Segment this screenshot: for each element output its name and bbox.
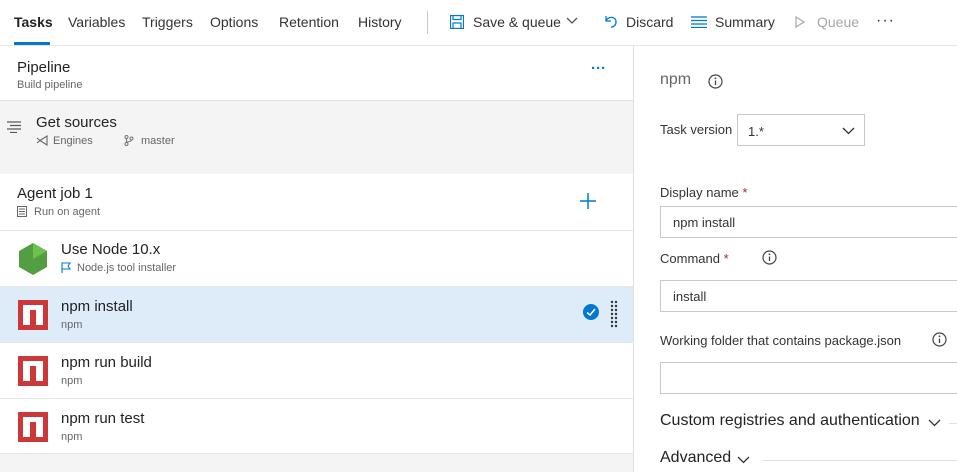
pipeline-title: Pipeline	[17, 59, 71, 76]
agent-job-subtitle: Run on agent	[34, 206, 101, 218]
working-folder-field[interactable]	[660, 362, 957, 394]
task-title: npm run build	[61, 354, 152, 371]
tab-variables[interactable]: Variables	[68, 14, 125, 30]
task-item-npm-run-test[interactable]: npm run test npm	[0, 398, 633, 454]
section-divider	[949, 423, 957, 424]
task-subtitle: npm	[61, 431, 83, 443]
queue-label: Queue	[817, 14, 860, 30]
task-subtitle: Node.js tool installer	[77, 262, 177, 274]
npm-icon	[18, 356, 48, 386]
custom-registries-title: Custom registries and authentication	[660, 412, 920, 429]
tab-triggers[interactable]: Triggers	[142, 14, 193, 30]
discard-button[interactable]: Discard	[602, 0, 674, 46]
info-icon[interactable]	[932, 332, 947, 347]
task-subtitle: npm	[61, 319, 83, 331]
command-select[interactable]: install	[660, 280, 957, 312]
save-queue-label: Save & queue	[473, 14, 561, 30]
discard-label: Discard	[626, 14, 674, 30]
task-version-label: Task version	[660, 122, 733, 137]
task-detail-panel: npm Task version 1.* Display name * npm …	[633, 46, 957, 472]
pipeline-subtitle: Build pipeline	[17, 79, 83, 91]
drag-handle-icon[interactable]	[610, 300, 618, 328]
info-icon[interactable]	[762, 250, 777, 265]
working-folder-label: Working folder that contains package.jso…	[660, 333, 902, 348]
agent-job-card[interactable]: Agent job 1 Run on agent	[0, 174, 633, 230]
tab-tasks[interactable]: Tasks	[14, 14, 53, 30]
nodejs-icon	[19, 243, 47, 275]
list-icon	[691, 16, 707, 28]
task-version-select[interactable]: 1.*	[737, 114, 865, 146]
npm-icon	[18, 300, 48, 330]
add-task-icon[interactable]	[580, 193, 596, 209]
task-subtitle: npm	[61, 375, 83, 387]
queue-button[interactable]: Queue	[795, 0, 861, 46]
tab-history[interactable]: History	[358, 14, 402, 30]
toolbar-divider	[427, 11, 428, 34]
save-icon	[450, 15, 464, 29]
get-sources-title: Get sources	[36, 114, 117, 131]
info-icon[interactable]	[708, 74, 723, 89]
chevron-down-icon	[566, 17, 578, 24]
get-sources-item[interactable]: Get sources Engines master	[0, 102, 633, 162]
tab-options[interactable]: Options	[210, 14, 258, 30]
chevron-down-icon	[737, 456, 750, 464]
branch-name: master	[141, 135, 175, 147]
display-name-field[interactable]: npm install	[660, 206, 957, 238]
undo-icon	[605, 16, 617, 28]
summary-label: Summary	[715, 14, 775, 30]
required-marker: *	[723, 251, 729, 266]
agent-job-title: Agent job 1	[17, 185, 93, 202]
task-item-npm-run-build[interactable]: npm run build npm	[0, 342, 633, 398]
branch-icon	[124, 135, 134, 146]
display-name-label: Display name *	[660, 185, 748, 200]
pipeline-more-button[interactable]: ···	[591, 60, 606, 77]
task-title: npm run test	[61, 410, 145, 427]
npm-icon	[18, 412, 48, 442]
summary-button[interactable]: Summary	[691, 0, 777, 46]
advanced-section[interactable]: Advanced	[634, 445, 957, 472]
sources-icon	[7, 121, 21, 133]
task-version-value: 1.*	[748, 124, 764, 139]
save-queue-button[interactable]: Save & queue	[448, 0, 580, 46]
chevron-down-icon	[842, 127, 855, 135]
toolbar: Tasks Variables Triggers Options Retenti…	[0, 0, 957, 46]
pipeline-card[interactable]: Pipeline Build pipeline ···	[0, 46, 633, 101]
play-icon	[795, 16, 805, 28]
repo-icon	[36, 135, 48, 146]
more-actions-button[interactable]: ···	[876, 12, 895, 30]
required-marker: *	[742, 185, 748, 200]
agent-icon	[17, 206, 27, 217]
pipeline-task-list: Pipeline Build pipeline ··· Get sources …	[0, 46, 633, 472]
detail-heading: npm	[660, 71, 692, 88]
tab-retention[interactable]: Retention	[279, 14, 339, 30]
flag-icon	[61, 262, 71, 273]
command-label: Command *	[660, 251, 729, 266]
task-title: Use Node 10.x	[61, 241, 161, 258]
active-tab-indicator	[14, 42, 50, 45]
repo-name: Engines	[53, 135, 93, 147]
task-item-npm-install[interactable]: npm install npm	[0, 286, 633, 342]
check-circle-icon	[583, 304, 599, 320]
task-item-use-node[interactable]: Use Node 10.x Node.js tool installer	[0, 230, 633, 286]
advanced-title: Advanced	[660, 449, 732, 466]
task-title: npm install	[61, 298, 133, 315]
section-divider	[762, 460, 957, 461]
custom-registries-section[interactable]: Custom registries and authentication	[634, 408, 957, 436]
chevron-down-icon	[928, 419, 941, 427]
